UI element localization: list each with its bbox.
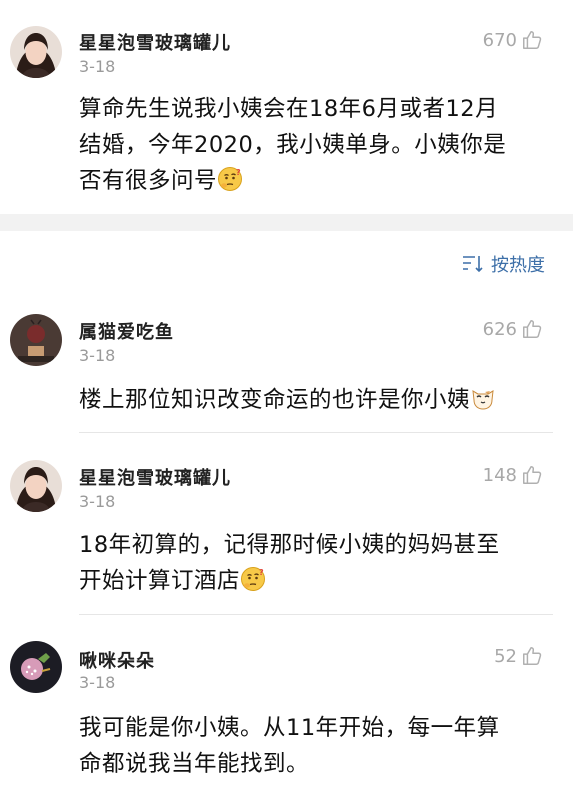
- cat-emoji-icon: [470, 385, 496, 411]
- comment-date: 3-18: [79, 673, 116, 692]
- thumbs-up-icon: [521, 645, 543, 667]
- sort-icon: [463, 256, 483, 273]
- comment-text: 算命先生说我小姨会在18年6月或者12月 结婚，今年2020，我小姨单身。小姨你…: [79, 96, 507, 194]
- like-button[interactable]: 52: [494, 645, 543, 667]
- username[interactable]: 啾咪朵朵: [79, 647, 155, 673]
- username[interactable]: 星星泡雪玻璃罐儿: [79, 464, 231, 490]
- thumbs-up-icon: [521, 318, 543, 340]
- thumbs-up-icon: [521, 29, 543, 51]
- thinking-emoji-icon: [240, 566, 266, 592]
- like-count: 52: [494, 645, 517, 667]
- like-count: 148: [482, 464, 517, 486]
- divider: [79, 432, 553, 433]
- username[interactable]: 星星泡雪玻璃罐儿: [79, 29, 231, 55]
- comment-text: 我可能是你小姨。从11年开始，每一年算 命都说我当年能找到。: [79, 715, 500, 777]
- thinking-emoji-icon: [217, 166, 243, 192]
- divider: [79, 614, 553, 615]
- avatar[interactable]: [10, 641, 62, 693]
- comment-date: 3-18: [79, 57, 116, 76]
- username[interactable]: 属猫爱吃鱼: [79, 318, 174, 344]
- section-divider: [0, 214, 573, 231]
- comment-date: 3-18: [79, 346, 116, 365]
- sort-label: 按热度: [491, 255, 545, 276]
- like-count: 670: [482, 29, 517, 51]
- avatar[interactable]: [10, 460, 62, 512]
- like-button[interactable]: 670: [483, 29, 543, 51]
- sort-by-hot-button[interactable]: 按热度: [461, 251, 545, 277]
- comment-text: 18年初算的，记得那时候小姨的妈妈甚至 开始计算订酒店: [79, 532, 500, 594]
- like-button[interactable]: 148: [483, 464, 543, 486]
- like-count: 626: [482, 318, 517, 340]
- like-button[interactable]: 626: [483, 318, 543, 340]
- comment-text: 楼上那位知识改变命运的也许是你小姨: [79, 382, 559, 418]
- avatar[interactable]: [10, 314, 62, 366]
- comment-date: 3-18: [79, 492, 116, 511]
- avatar[interactable]: [10, 26, 62, 78]
- thumbs-up-icon: [521, 464, 543, 486]
